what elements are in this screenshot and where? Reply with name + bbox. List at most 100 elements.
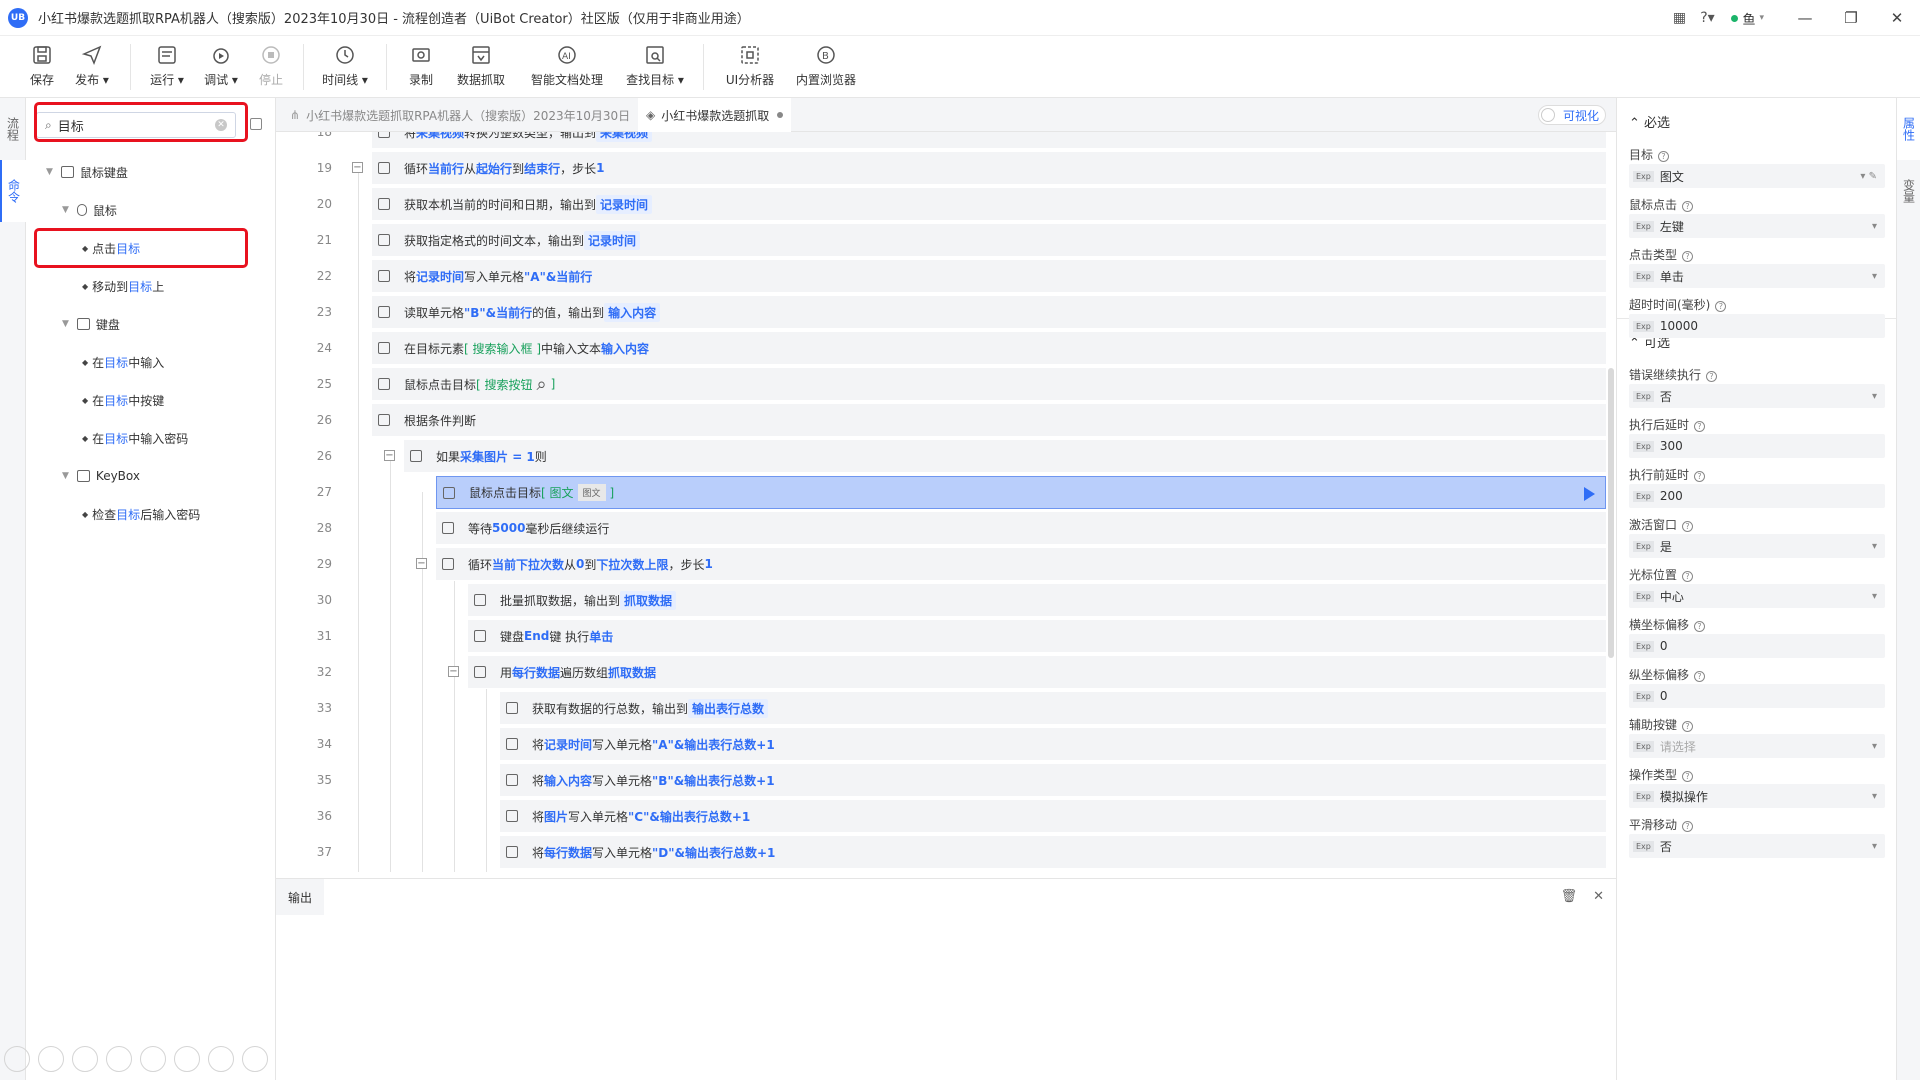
help-icon[interactable]: ?	[1694, 671, 1706, 682]
flow-step[interactable]: 循环 当前行 从 起始行 到 结束行 ，步长 1	[372, 152, 1606, 185]
flow-row[interactable]: 30 批量抓取数据，输出到 抓取数据	[276, 582, 1606, 618]
fold-toggle-icon[interactable]: −	[384, 450, 395, 461]
property-field[interactable]: Exp 300	[1629, 434, 1885, 458]
help-icon[interactable]: ?	[1694, 621, 1706, 632]
property-field[interactable]: Exp 左键 ▾	[1629, 214, 1885, 238]
flow-row[interactable]: 26 根据条件判断	[276, 402, 1606, 438]
tab-flow[interactable]: 流程	[0, 98, 26, 160]
property-field[interactable]: Exp 模拟操作 ▾	[1629, 784, 1885, 808]
tab-variables[interactable]: 变量	[1897, 160, 1920, 222]
flow-step[interactable]: 获取有数据的行总数，输出到 输出表行总数	[500, 692, 1606, 725]
flow-step[interactable]: 将 每行数据 写入单元格 "D"&输出表行总数+1	[500, 836, 1606, 869]
expression-mode-badge[interactable]: Exp	[1633, 440, 1654, 452]
fold-toggle-icon[interactable]: −	[448, 666, 459, 677]
tab-commands[interactable]: 命令	[0, 160, 26, 222]
find-target-button[interactable]: 查找目标 ▾	[617, 36, 693, 98]
video-icon[interactable]	[208, 1046, 234, 1072]
flow-row[interactable]: 34 将 记录时间 写入单元格 "A"&输出表行总数+1	[276, 726, 1606, 762]
debug-button[interactable]: 调试 ▾	[193, 36, 249, 98]
tab-current-block[interactable]: ◈ 小红书爆款选题抓取	[638, 98, 792, 132]
flow-row[interactable]: 21 获取指定格式的时间文本，输出到 记录时间	[276, 222, 1606, 258]
flow-step[interactable]: 循环 当前下拉次数 从 0 到 下拉次数上限 ，步长 1	[436, 548, 1606, 581]
builtin-browser-button[interactable]: B 内置浏览器	[786, 36, 866, 98]
flow-row[interactable]: 31 键盘 End 键 执行 单击	[276, 618, 1606, 654]
expression-mode-badge[interactable]: Exp	[1633, 640, 1654, 652]
run-button[interactable]: 运行 ▾	[141, 36, 193, 98]
flow-step[interactable]: 等待 5000 毫秒后继续运行	[436, 512, 1606, 545]
publish-button[interactable]: 发布 ▾	[64, 36, 120, 98]
flow-row[interactable]: 24 在目标元素 [ 搜索输入框 ] 中输入文本 输入内容	[276, 330, 1606, 366]
flow-step[interactable]: 获取本机当前的时间和日期，输出到 记录时间	[372, 188, 1606, 221]
flow-row[interactable]: 25 鼠标点击目标 [ 搜索按钮 ⌕ ]	[276, 366, 1606, 402]
expression-mode-badge[interactable]: Exp	[1633, 390, 1654, 402]
flow-step[interactable]: 读取单元格 "B"&当前行 的值，输出到 输入内容	[372, 296, 1606, 329]
flow-step[interactable]: 在目标元素 [ 搜索输入框 ] 中输入文本 输入内容	[372, 332, 1606, 365]
expression-mode-badge[interactable]: Exp	[1633, 690, 1654, 702]
save-button[interactable]: 保存	[20, 36, 64, 98]
help-icon[interactable]: ?	[1682, 821, 1694, 832]
help-icon[interactable]: ?▾	[1693, 10, 1721, 26]
flow-step[interactable]: 将 图片 写入单元格 "C"&输出表行总数+1	[500, 800, 1606, 833]
flow-row[interactable]: 36 将 图片 写入单元格 "C"&输出表行总数+1	[276, 798, 1606, 834]
flow-row[interactable]: 28 等待 5000 毫秒后继续运行	[276, 510, 1606, 546]
chevron-down-icon[interactable]: ▾	[1872, 741, 1877, 752]
flow-row[interactable]: 33 获取有数据的行总数，输出到 输出表行总数	[276, 690, 1606, 726]
expression-mode-badge[interactable]: Exp	[1633, 590, 1654, 602]
ui-analyzer-button[interactable]: UI分析器	[714, 36, 786, 98]
flow-step[interactable]: 根据条件判断	[372, 404, 1606, 437]
flow-row[interactable]: 18 将 采集视频 转换为整数类型，输出到 采集视频	[276, 132, 1606, 150]
flow-step[interactable]: 将 记录时间 写入单元格 "A"&输出表行总数+1	[500, 728, 1606, 761]
property-field[interactable]: Exp 10000	[1629, 314, 1885, 338]
property-field[interactable]: Exp 否 ▾	[1629, 834, 1885, 858]
help-icon[interactable]: ?	[1715, 301, 1727, 312]
help-icon[interactable]: ?	[1682, 771, 1694, 782]
visualize-toggle[interactable]: 可视化	[1538, 105, 1606, 125]
help-icon[interactable]: ?	[1694, 471, 1706, 482]
property-field[interactable]: Exp 单击 ▾	[1629, 264, 1885, 288]
tree-node-keybox[interactable]: ▼ KeyBox	[62, 466, 140, 486]
chevron-down-icon[interactable]: ▾	[1872, 221, 1877, 232]
stop-button[interactable]: 停止	[249, 36, 293, 98]
chevron-down-icon[interactable]: ▾	[1872, 541, 1877, 552]
flow-step[interactable]: 鼠标点击目标 [ 搜索按钮 ⌕ ]	[372, 368, 1606, 401]
close-icon[interactable]: ✕	[1593, 889, 1604, 904]
restore-button[interactable]: ❐	[1828, 9, 1874, 27]
tree-item-press-key-in-target[interactable]: ◆ 在目标 中按键	[82, 390, 164, 410]
close-button[interactable]: ✕	[1874, 9, 1920, 27]
flow-step[interactable]: 键盘 End 键 执行 单击	[468, 620, 1606, 653]
property-field[interactable]: Exp 请选择 ▾	[1629, 734, 1885, 758]
expression-mode-badge[interactable]: Exp	[1633, 320, 1654, 332]
property-field[interactable]: Exp 0	[1629, 634, 1885, 658]
smart-doc-button[interactable]: AI 智能文档处理	[517, 36, 617, 98]
image-icon[interactable]	[174, 1046, 200, 1072]
chevron-down-icon[interactable]: ▾	[1872, 271, 1877, 282]
chevron-down-icon[interactable]: ▾	[1872, 791, 1877, 802]
edit-icon[interactable]	[72, 1046, 98, 1072]
help-icon[interactable]: ?	[1682, 571, 1694, 582]
tree-item-type-in-target[interactable]: ◆ 在目标 中输入	[82, 352, 164, 372]
tree-node-keyboard[interactable]: ▼ 键盘	[62, 314, 120, 334]
flow-step[interactable]: 获取指定格式的时间文本，输出到 记录时间	[372, 224, 1606, 257]
run-step-play-icon[interactable]	[1584, 487, 1595, 501]
help-icon[interactable]: ?	[1658, 151, 1670, 162]
property-field[interactable]: Exp 否 ▾	[1629, 384, 1885, 408]
flow-row[interactable]: 19− 循环 当前行 从 起始行 到 结束行 ，步长 1	[276, 150, 1606, 186]
expression-mode-badge[interactable]: Exp	[1633, 170, 1654, 182]
flow-step[interactable]: 如果 采集图片 = 1 则	[404, 440, 1606, 473]
property-field[interactable]: Exp 是 ▾	[1629, 534, 1885, 558]
flow-row[interactable]: 20 获取本机当前的时间和日期，输出到 记录时间	[276, 186, 1606, 222]
tree-node-mouse[interactable]: ▼ 鼠标	[62, 200, 117, 220]
help-icon[interactable]: ?	[1682, 251, 1694, 262]
output-tab[interactable]: 输出	[276, 879, 324, 915]
more-icon[interactable]	[242, 1046, 268, 1072]
flow-step[interactable]: 将 采集视频 转换为整数类型，输出到 采集视频	[372, 132, 1606, 149]
apps-grid-icon[interactable]: ▦	[1665, 10, 1693, 26]
help-icon[interactable]: ?	[1706, 371, 1718, 382]
help-icon[interactable]: ?	[1694, 421, 1706, 432]
help-icon[interactable]: ?	[1682, 721, 1694, 732]
flow-row[interactable]: 35 将 输入内容 写入单元格 "B"&输出表行总数+1	[276, 762, 1606, 798]
expression-mode-badge[interactable]: Exp	[1633, 740, 1654, 752]
tab-properties[interactable]: 属性	[1897, 98, 1920, 160]
help-icon[interactable]: ?	[1682, 521, 1694, 532]
tab-main-flow[interactable]: ⋔ 小红书爆款选题抓取RPA机器人（搜索版）2023年10月30日	[282, 98, 638, 132]
